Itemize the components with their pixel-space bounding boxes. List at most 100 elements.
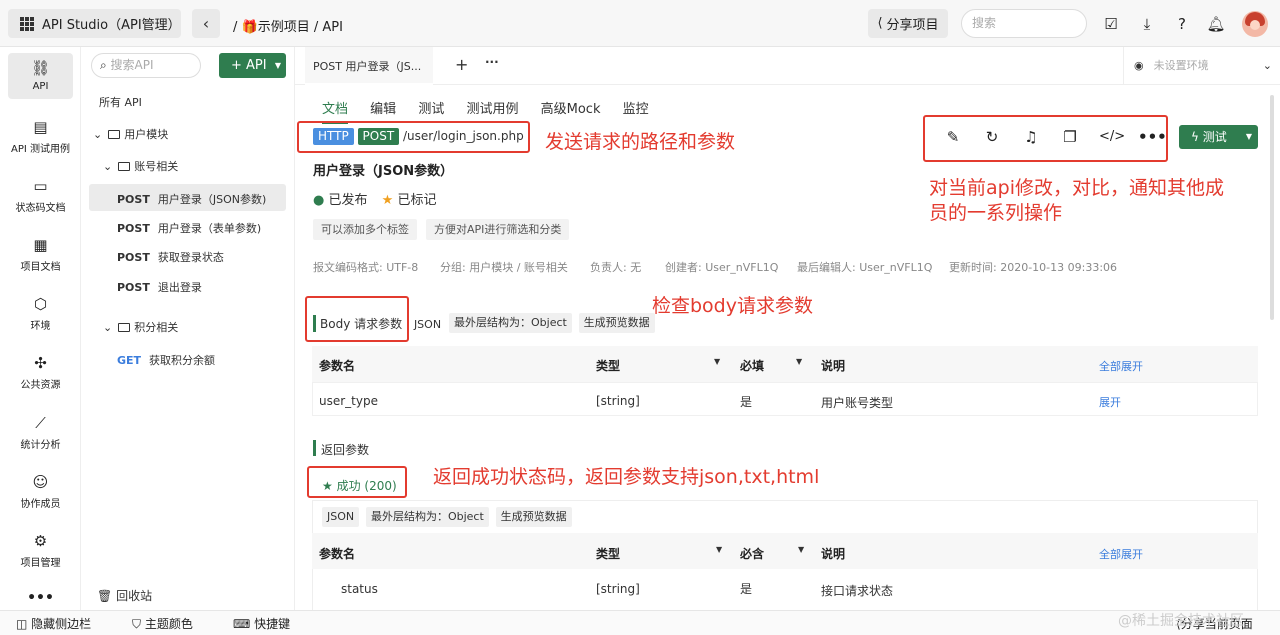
folder-label: 积分相关 [134, 321, 179, 334]
nav-label: 状态码文档 [15, 203, 66, 214]
method-label: POST [117, 193, 150, 206]
more-icon[interactable]: ••• [0, 590, 81, 606]
add-api-button[interactable]: + API ▼ [219, 53, 286, 78]
generate-preview-button[interactable]: 生成预览数据 [495, 507, 572, 527]
tab-active-api[interactable]: POST 用户登录（JS... [305, 47, 433, 85]
eye-icon: ◉ [1134, 59, 1144, 72]
method-label: POST [117, 281, 150, 294]
nav-label: 统计分析 [20, 440, 61, 451]
theme-color-button[interactable]: ⛉ 主题颜色 [132, 615, 193, 632]
expand-link[interactable]: 展开 [1099, 394, 1121, 410]
col-required: 必含 [740, 547, 765, 561]
nav-item-statistics[interactable]: ⟋ 统计分析 [0, 413, 81, 451]
add-tab-icon[interactable]: + [455, 55, 468, 74]
bell-icon[interactable]: 🔔︎ [1206, 14, 1226, 34]
more-tabs-icon[interactable]: ··· [485, 55, 499, 69]
tree-item-login-json[interactable]: POST 用户登录（JSON参数) [117, 191, 266, 207]
api-path: /user/login_json.php [403, 129, 524, 143]
api-path-line: HTTP POST /user/login_json.php [313, 128, 524, 145]
tab-bar: POST 用户登录（JS... + ··· ◉ 未设置环境 ⌄ [295, 47, 1280, 85]
more-actions-icon[interactable]: ••• [1138, 127, 1167, 147]
expand-all-link[interactable]: 全部展开 [1099, 358, 1143, 374]
share-project-button[interactable]: ⟨ 分享项目 [868, 9, 948, 38]
download-icon[interactable]: ⤓ [1137, 14, 1157, 34]
caret-down-icon[interactable]: ▼ [716, 545, 722, 554]
tab-edit[interactable]: 编辑 [370, 102, 396, 117]
generate-preview-button[interactable]: 生成预览数据 [578, 313, 655, 333]
nav-item-api[interactable]: ⛓ API [8, 53, 73, 99]
tree-folder-account[interactable]: ⌄ 账号相关 [103, 158, 178, 174]
tree-item-login-form[interactable]: POST 用户登录（表单参数) [117, 220, 261, 236]
col-name: 参数名 [319, 547, 356, 561]
top-bar: API Studio（API管理） ‹ / 🎁示例项目 / API ⟨ 分享项目… [0, 0, 1280, 47]
app-title: API Studio（API管理） [42, 18, 181, 33]
global-search-input[interactable]: 搜索 [961, 9, 1087, 38]
api-search-input[interactable]: ⌕ 搜索API [91, 53, 201, 78]
app-switcher-button[interactable]: API Studio（API管理） [8, 9, 181, 38]
scrollbar[interactable] [1270, 95, 1274, 320]
hide-sidebar-button[interactable]: ◫ 隐藏侧边栏 [16, 615, 91, 632]
caret-down-icon[interactable]: ▼ [796, 357, 802, 366]
body-section-title: Body 请求参数 [320, 317, 403, 331]
tree-item-logout[interactable]: POST 退出登录 [117, 279, 202, 295]
shirt-icon: ⛉ [132, 617, 142, 631]
param-required: 是 [740, 582, 753, 596]
col-required: 必填 [740, 359, 765, 373]
tab-test-cases[interactable]: 测试用例 [466, 102, 518, 117]
environment-select[interactable]: ◉ 未设置环境 ⌄ [1123, 47, 1280, 85]
tag-chip[interactable]: 方便对API进行筛选和分类 [426, 219, 570, 240]
tree-folder-user[interactable]: ⌄ 用户模块 [93, 126, 168, 142]
breadcrumb[interactable]: / 🎁示例项目 / API [233, 16, 343, 35]
avatar[interactable] [1242, 11, 1268, 37]
tree-recycle-bin[interactable]: 🗑︎ 回收站 [97, 587, 152, 604]
body-chips: 最外层结构为：Object 生成预览数据 [449, 313, 658, 333]
annotation-body: 检查body请求参数 [652, 295, 813, 317]
folder-label: 账号相关 [134, 160, 179, 173]
watermark: @稀土掘金技术社区 [1118, 613, 1244, 629]
nav-item-test-cases[interactable]: ▤ API 测试用例 [0, 117, 81, 155]
add-api-label: + API [231, 58, 267, 73]
nav-item-members[interactable]: ☺ 协作成员 [0, 472, 81, 510]
edit-icon[interactable]: ✎ [943, 127, 963, 147]
nav-item-project-settings[interactable]: ⚙ 项目管理 [0, 531, 81, 569]
tag-chip[interactable]: 可以添加多个标签 [313, 219, 417, 240]
back-button[interactable]: ‹ [192, 9, 220, 38]
meta-group: 分组: 用户模块 / 账号相关 [440, 261, 568, 274]
checkbox-icon[interactable]: ☑ [1101, 14, 1121, 34]
grid-icon [20, 16, 34, 31]
nav-item-shared-resources[interactable]: ✣ 公共资源 [0, 353, 81, 391]
test-button[interactable]: ϟ 测试 ▼ [1179, 125, 1258, 149]
tree-item-login-status[interactable]: POST 获取登录状态 [117, 249, 224, 265]
history-icon[interactable]: ↻ [982, 127, 1002, 147]
success-tab[interactable]: ★ 成功 (200) [322, 477, 397, 494]
param-desc: 用户账号类型 [821, 396, 894, 410]
help-icon[interactable]: ? [1172, 14, 1192, 34]
return-section-title: 返回参数 [321, 443, 370, 457]
tab-test[interactable]: 测试 [418, 102, 444, 117]
compare-icon[interactable]: ❐ [1060, 127, 1080, 147]
tab-monitor[interactable]: 监控 [623, 102, 649, 117]
tree-folder-points[interactable]: ⌄ 积分相关 [103, 319, 178, 335]
bell-icon[interactable]: ♫ [1021, 127, 1041, 147]
nav-item-status-codes[interactable]: ▭ 状态码文档 [0, 176, 81, 214]
shortcuts-button[interactable]: ⌨ 快捷键 [233, 615, 290, 632]
meta-encoding: 报文编码格式: UTF-8 [313, 261, 419, 274]
caret-down-icon[interactable]: ▼ [714, 357, 720, 366]
body-section-header: Body 请求参数 JSON [320, 315, 441, 332]
share-icon: ⟨ [877, 16, 883, 31]
tree-all-apis[interactable]: 所有 API [99, 94, 142, 110]
tree-item-points-balance[interactable]: GET 获取积分余额 [117, 352, 215, 368]
nav-item-environment[interactable]: ⬡ 环境 [0, 294, 81, 332]
nav-label: API [32, 81, 49, 92]
format-chip[interactable]: JSON [322, 507, 360, 527]
tab-advanced-mock[interactable]: 高级Mock [541, 102, 601, 117]
bottom-bar: ◫ 隐藏侧边栏 ⛉ 主题颜色 ⌨ 快捷键 ⟨分享当前页面 [0, 610, 1280, 635]
nav-label: 项目文档 [20, 262, 61, 273]
expand-all-link[interactable]: 全部展开 [1099, 546, 1143, 562]
chevron-down-icon: ⌄ [103, 321, 113, 334]
nav-item-project-docs[interactable]: ▦ 项目文档 [0, 235, 81, 273]
code-icon[interactable]: </> [1099, 127, 1125, 147]
outer-structure-chip: 最外层结构为：Object [365, 507, 489, 527]
col-name: 参数名 [319, 359, 356, 373]
caret-down-icon[interactable]: ▼ [798, 545, 804, 554]
